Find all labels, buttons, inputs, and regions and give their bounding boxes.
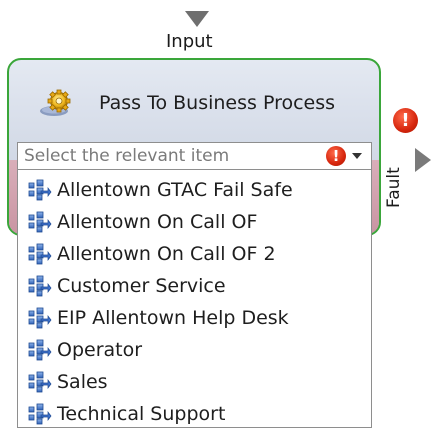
list-item-label: Sales [57, 371, 108, 393]
business-process-icon [28, 275, 52, 297]
business-process-icon [28, 371, 52, 393]
gear-icon [40, 89, 71, 116]
list-item[interactable]: Operator [18, 334, 371, 366]
business-process-select-input[interactable] [18, 143, 326, 169]
business-process-icon [28, 307, 52, 329]
list-item-label: Operator [57, 339, 143, 361]
node-title: Pass To Business Process [99, 92, 336, 114]
list-item[interactable]: Allentown On Call OF 2 [18, 238, 371, 270]
fault-connector-label: Fault [384, 167, 404, 208]
node-header: Pass To Business Process [39, 88, 335, 118]
business-process-icon [28, 243, 52, 265]
input-connector-label: Input [166, 31, 213, 52]
list-item-label: Allentown On Call OF 2 [57, 243, 276, 265]
list-item-label: Allentown GTAC Fail Safe [57, 179, 293, 201]
fault-connector-arrow-icon[interactable] [415, 148, 431, 172]
business-process-icon [28, 403, 52, 425]
list-item[interactable]: Allentown GTAC Fail Safe [18, 174, 371, 206]
business-process-icon [28, 339, 52, 361]
list-item[interactable]: EIP Allentown Help Desk [18, 302, 371, 334]
list-item[interactable]: Technical Support [18, 398, 371, 430]
list-item-label: Technical Support [57, 403, 226, 425]
workflow-canvas: Input Pass To Business Process ! Fault S… [0, 0, 435, 430]
list-item-label: Allentown On Call OF [57, 211, 258, 233]
business-process-icon [28, 211, 52, 233]
chevron-down-icon[interactable] [352, 153, 362, 159]
validation-error-icon: ! [326, 146, 346, 166]
list-item[interactable]: Allentown On Call OF [18, 206, 371, 238]
business-process-icon [28, 179, 52, 201]
list-item[interactable]: Sales [18, 366, 371, 398]
fault-error-icon: ! [393, 108, 418, 133]
list-item[interactable]: Customer Service [18, 270, 371, 302]
list-item-label: EIP Allentown Help Desk [57, 307, 289, 329]
input-connector-arrow-icon[interactable] [185, 11, 209, 27]
business-process-dropdown-list: Allentown GTAC Fail Safe Allentown On Ca… [17, 170, 372, 428]
list-item-label: Customer Service [57, 275, 226, 297]
business-process-select[interactable]: ! [17, 142, 372, 170]
